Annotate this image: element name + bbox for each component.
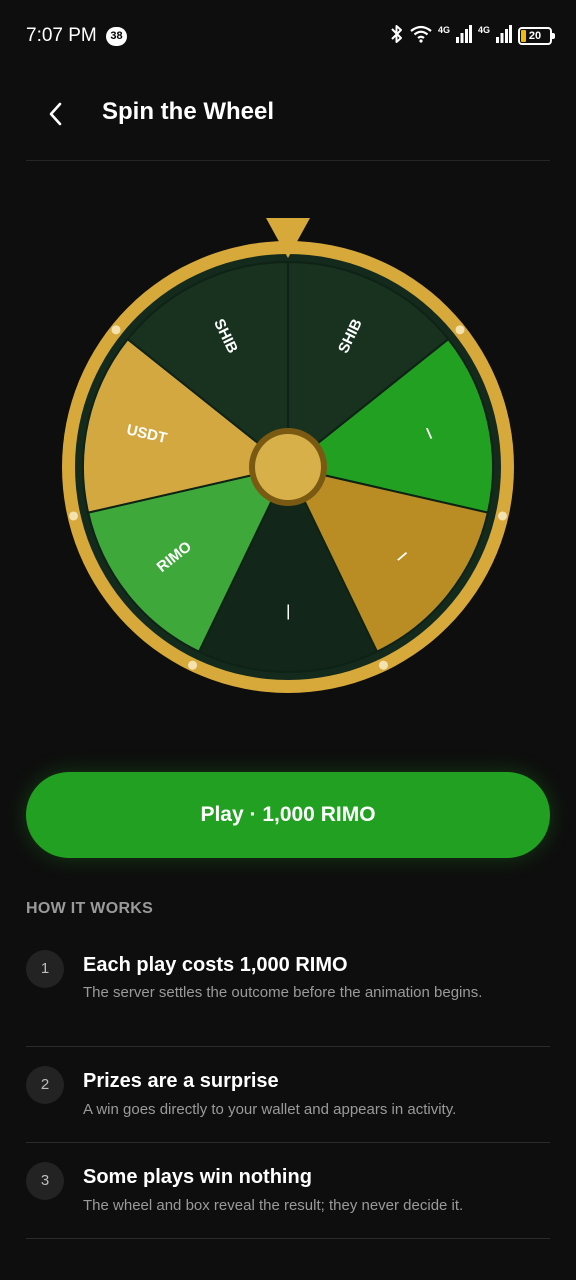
wifi-icon (410, 25, 432, 48)
step-divider (26, 1238, 550, 1239)
back-button[interactable] (36, 94, 76, 134)
network-type-1: 4G (437, 25, 450, 35)
status-bar: 7:07 PM 38 4G 4G 20 (0, 0, 576, 76)
step-description: The wheel and box reveal the result; the… (83, 1197, 464, 1214)
segment-label: — (280, 605, 297, 620)
how-it-works-heading: HOW IT WORKS (26, 900, 154, 917)
step-title: Prizes are a surprise (83, 1070, 279, 1092)
battery-indicator: 20 (518, 27, 555, 45)
play-button[interactable]: Play · 1,000 RIMO (26, 772, 550, 858)
bluetooth-icon (390, 24, 404, 49)
step-number: 1 (26, 950, 64, 988)
step-description: A win goes directly to your wallet and a… (83, 1101, 457, 1118)
network-type-2: 4G (477, 25, 490, 35)
step-divider (26, 1142, 550, 1143)
signal-icon-2 (496, 24, 512, 48)
step-description: The server settles the outcome before th… (83, 984, 483, 1001)
step-number: 3 (26, 1162, 64, 1200)
rim-light (497, 511, 507, 521)
status-time: 7:07 PM (26, 25, 97, 46)
signal-icon-1 (455, 24, 472, 48)
chevron-left-icon (49, 102, 62, 126)
step-divider (26, 1046, 550, 1047)
wheel-graphic: SHIB\/—RIMOUSDTSHIB (62, 218, 514, 693)
rim-light (378, 660, 388, 670)
rim-light (69, 511, 79, 521)
spin-wheel[interactable]: SHIB \ / — RIMO USDT SHIB (60, 214, 516, 694)
step-title: Some plays win nothing (83, 1166, 312, 1188)
header: Spin the Wheel (0, 76, 576, 160)
header-divider (26, 160, 550, 161)
rim-light (455, 325, 465, 335)
page-title: Spin the Wheel (102, 98, 275, 125)
notification-count-badge: 38 (106, 27, 127, 46)
step-title: Each play costs 1,000 RIMO (83, 954, 348, 976)
rim-light (111, 325, 121, 335)
wheel-hub (255, 434, 321, 500)
status-icons: 4G 4G 20 (390, 24, 555, 49)
rim-light (188, 660, 198, 670)
step-number: 2 (26, 1066, 64, 1104)
